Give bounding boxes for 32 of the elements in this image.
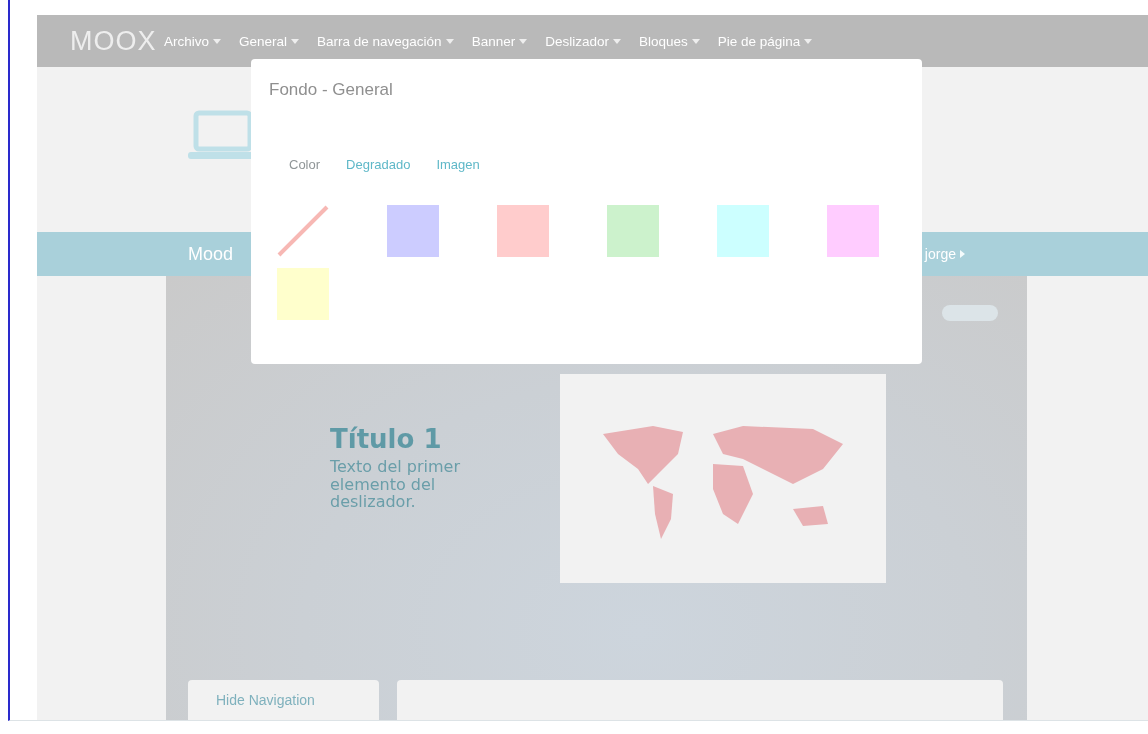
no-color-swatch[interactable]	[277, 205, 329, 257]
color-swatch[interactable]	[827, 205, 879, 257]
caret-icon	[445, 38, 454, 44]
menu-item[interactable]: Deslizador	[536, 33, 630, 49]
tab[interactable]: Color	[279, 155, 331, 174]
menu-item[interactable]: General	[230, 33, 309, 49]
caret-icon	[691, 38, 700, 44]
caret-icon	[612, 38, 621, 44]
menu-item[interactable]: Pie de página	[708, 33, 822, 49]
user-menu[interactable]: jorge	[924, 246, 965, 262]
tab[interactable]: Imagen	[426, 155, 490, 174]
caret-icon	[960, 250, 965, 258]
color-swatch[interactable]	[717, 205, 769, 257]
color-swatch[interactable]	[607, 205, 659, 257]
caret-icon	[213, 38, 221, 44]
menu-item[interactable]: Barra de navegación	[308, 33, 463, 49]
slide-title: Título 1	[330, 424, 443, 454]
color-swatch[interactable]	[497, 205, 549, 257]
modal-title: Fondo - General	[269, 80, 394, 100]
caret-icon	[291, 38, 300, 44]
slider-control[interactable]	[942, 305, 998, 321]
slide-text: Texto del primer elemento del deslizador.	[330, 458, 461, 511]
hide-navigation-button[interactable]: Hide Navigation	[188, 680, 379, 720]
menu-item[interactable]: Banner	[462, 33, 537, 49]
color-swatch[interactable]	[277, 268, 329, 320]
site-name[interactable]: Mood	[188, 243, 234, 265]
tab[interactable]: Degradado	[336, 155, 421, 174]
caret-icon	[519, 38, 528, 44]
color-swatch[interactable]	[387, 205, 439, 257]
menu-item[interactable]: Bloques	[629, 33, 709, 49]
caret-icon	[804, 38, 813, 44]
menu-item[interactable]: Archivo	[155, 33, 230, 49]
